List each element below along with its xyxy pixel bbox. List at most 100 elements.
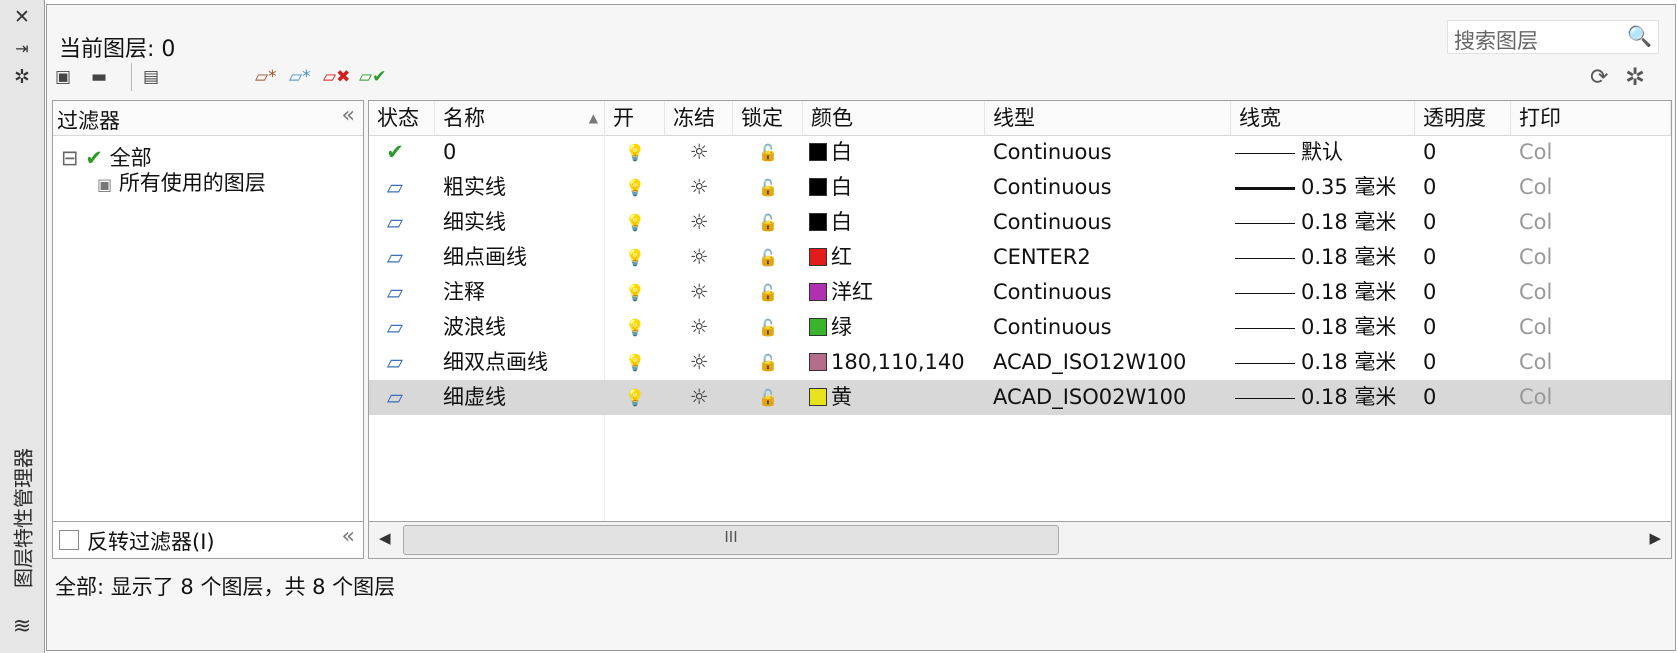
lightbulb-icon[interactable]: 💡: [605, 310, 665, 345]
search-icon[interactable]: 🔍: [1627, 24, 1652, 48]
layer-linetype[interactable]: ACAD_ISO12W100: [993, 345, 1231, 380]
layer-name[interactable]: 细点画线: [443, 240, 603, 275]
unlock-icon[interactable]: 🔓: [733, 135, 803, 170]
layer-transparency[interactable]: 0: [1423, 170, 1511, 205]
column-header-color[interactable]: 颜色: [803, 101, 985, 135]
search-layers-box[interactable]: 搜索图层 🔍: [1447, 20, 1659, 54]
layer-color[interactable]: 红: [809, 240, 985, 275]
unlock-icon[interactable]: 🔓: [733, 240, 803, 275]
scroll-right-icon[interactable]: ▶: [1649, 529, 1661, 547]
set-current-icon[interactable]: ▱✔: [359, 67, 386, 87]
unlock-icon[interactable]: 🔓: [733, 170, 803, 205]
table-row[interactable]: ▱ 细点画线 💡 ☼ 🔓 红 CENTER2 0.18 毫米 0 Col: [369, 240, 1671, 275]
new-group-filter-icon[interactable]: ▬: [91, 67, 107, 87]
layer-linetype[interactable]: Continuous: [993, 275, 1231, 310]
layer-name[interactable]: 注释: [443, 275, 603, 310]
layer-name[interactable]: 细双点画线: [443, 345, 603, 380]
sun-icon[interactable]: ☼: [665, 170, 733, 205]
new-layer-icon[interactable]: ▱*: [255, 67, 277, 87]
table-row[interactable]: ▱ 细双点画线 💡 ☼ 🔓 180,110,140 ACAD_ISO12W100 0.18 毫…: [369, 345, 1671, 380]
layer-name[interactable]: 0: [443, 135, 603, 170]
sun-icon[interactable]: ☼: [665, 380, 733, 415]
layer-color[interactable]: 洋红: [809, 275, 985, 310]
column-header-linetype[interactable]: 线型: [985, 101, 1231, 135]
filter-tree-item-used-layers[interactable]: ▣ 所有使用的图层: [97, 167, 266, 197]
layer-linetype[interactable]: Continuous: [993, 170, 1231, 205]
table-row[interactable]: ▱ 注释 💡 ☼ 🔓 洋红 Continuous 0.18 毫米 0 Col: [369, 275, 1671, 310]
layer-lineweight[interactable]: 0.18 毫米: [1235, 205, 1415, 240]
layer-transparency[interactable]: 0: [1423, 345, 1511, 380]
lightbulb-icon[interactable]: 💡: [605, 275, 665, 310]
table-row[interactable]: ▱ 粗实线 💡 ☼ 🔓 白 Continuous 0.35 毫米 0 Col: [369, 170, 1671, 205]
table-row[interactable]: ▱ 波浪线 💡 ☼ 🔓 绿 Continuous 0.18 毫米 0 Col: [369, 310, 1671, 345]
column-header-lineweight[interactable]: 线宽: [1231, 101, 1415, 135]
refresh-icon[interactable]: ⟳: [1590, 65, 1608, 90]
column-header-on[interactable]: 开: [605, 101, 665, 135]
layer-lineweight[interactable]: 0.18 毫米: [1235, 275, 1415, 310]
sun-icon[interactable]: ☼: [665, 275, 733, 310]
sun-icon[interactable]: ☼: [665, 205, 733, 240]
layer-lineweight[interactable]: 默认: [1235, 135, 1415, 170]
layer-color[interactable]: 白: [809, 135, 985, 170]
layer-color[interactable]: 180,110,140: [809, 345, 985, 380]
invert-filter-checkbox[interactable]: [59, 530, 79, 550]
layer-plot-style[interactable]: Col: [1519, 275, 1671, 310]
new-property-filter-icon[interactable]: ▣: [55, 67, 71, 87]
layer-linetype[interactable]: CENTER2: [993, 240, 1231, 275]
lightbulb-icon[interactable]: 💡: [605, 205, 665, 240]
column-header-plot-style[interactable]: 打印: [1511, 101, 1671, 135]
lightbulb-icon[interactable]: 💡: [605, 240, 665, 275]
layer-lineweight[interactable]: 0.18 毫米: [1235, 380, 1415, 415]
auto-hide-icon[interactable]: ⇥: [10, 38, 34, 60]
sun-icon[interactable]: ☼: [665, 240, 733, 275]
layer-name[interactable]: 细虚线: [443, 380, 603, 415]
layer-name[interactable]: 细实线: [443, 205, 603, 240]
close-icon[interactable]: ✕: [10, 6, 34, 28]
scroll-left-icon[interactable]: ◀: [379, 529, 391, 547]
lightbulb-icon[interactable]: 💡: [605, 380, 665, 415]
layer-plot-style[interactable]: Col: [1519, 310, 1671, 345]
lightbulb-icon[interactable]: 💡: [605, 345, 665, 380]
layer-transparency[interactable]: 0: [1423, 135, 1511, 170]
layer-transparency[interactable]: 0: [1423, 380, 1511, 415]
sun-icon[interactable]: ☼: [665, 310, 733, 345]
properties-icon[interactable]: ✲: [10, 66, 34, 88]
layer-color[interactable]: 白: [809, 170, 985, 205]
lightbulb-icon[interactable]: 💡: [605, 170, 665, 205]
layer-lineweight[interactable]: 0.35 毫米: [1235, 170, 1415, 205]
layer-lineweight[interactable]: 0.18 毫米: [1235, 240, 1415, 275]
layer-state-manager-icon[interactable]: ▤: [143, 67, 159, 87]
new-layer-vp-frozen-icon[interactable]: ▱*: [289, 67, 311, 87]
unlock-icon[interactable]: 🔓: [733, 380, 803, 415]
layer-plot-style[interactable]: Col: [1519, 135, 1671, 170]
search-input[interactable]: 搜索图层: [1454, 25, 1538, 55]
layer-plot-style[interactable]: Col: [1519, 345, 1671, 380]
layer-name[interactable]: 波浪线: [443, 310, 603, 345]
layer-color[interactable]: 绿: [809, 310, 985, 345]
layer-transparency[interactable]: 0: [1423, 275, 1511, 310]
layer-color[interactable]: 黄: [809, 380, 985, 415]
layer-plot-style[interactable]: Col: [1519, 380, 1671, 415]
layer-color[interactable]: 白: [809, 205, 985, 240]
table-row[interactable]: ✔ 0 💡 ☼ 🔓 白 Continuous 默认 0 Col: [369, 135, 1671, 170]
layer-transparency[interactable]: 0: [1423, 310, 1511, 345]
collapse-icon[interactable]: «: [342, 524, 355, 549]
layer-lineweight[interactable]: 0.18 毫米: [1235, 345, 1415, 380]
collapse-icon[interactable]: «: [342, 103, 355, 128]
unlock-icon[interactable]: 🔓: [733, 345, 803, 380]
table-row[interactable]: ▱ 细实线 💡 ☼ 🔓 白 Continuous 0.18 毫米 0 Col: [369, 205, 1671, 240]
column-header-status[interactable]: 状态: [369, 101, 435, 135]
column-header-lock[interactable]: 锁定: [733, 101, 803, 135]
unlock-icon[interactable]: 🔓: [733, 205, 803, 240]
settings-icon[interactable]: ✲: [1625, 63, 1645, 91]
layer-transparency[interactable]: 0: [1423, 240, 1511, 275]
layer-name[interactable]: 粗实线: [443, 170, 603, 205]
lightbulb-icon[interactable]: 💡: [605, 135, 665, 170]
layer-lineweight[interactable]: 0.18 毫米: [1235, 310, 1415, 345]
unlock-icon[interactable]: 🔓: [733, 275, 803, 310]
layer-plot-style[interactable]: Col: [1519, 205, 1671, 240]
tree-collapse-icon[interactable]: ⊟: [61, 146, 79, 170]
scrollbar-thumb[interactable]: III: [403, 525, 1059, 555]
table-row[interactable]: ▱ 细虚线 💡 ☼ 🔓 黄 ACAD_ISO02W100 0.18 毫米 0 Col: [369, 380, 1671, 415]
layer-linetype[interactable]: Continuous: [993, 205, 1231, 240]
